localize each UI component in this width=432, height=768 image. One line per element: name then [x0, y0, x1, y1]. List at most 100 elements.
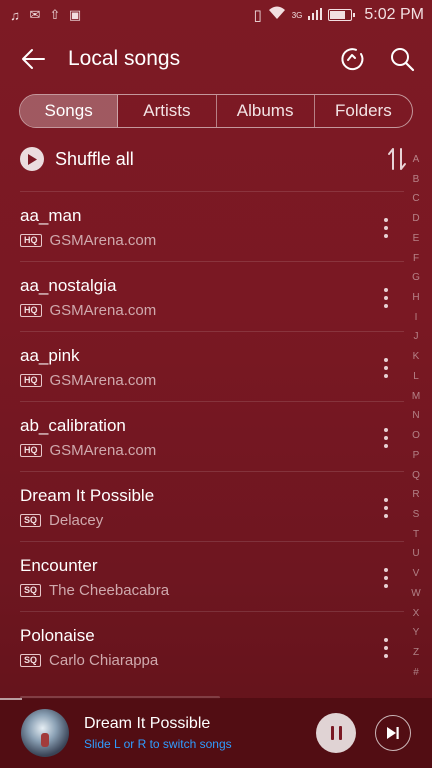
alphabet-index-letter[interactable]: P: [413, 450, 420, 461]
song-artist: Delacey: [49, 512, 104, 529]
more-vertical-icon: [384, 568, 388, 572]
mini-player[interactable]: Dream It Possible Slide L or R to switch…: [0, 698, 432, 768]
alphabet-index-letter[interactable]: V: [413, 568, 420, 579]
more-options-button[interactable]: [376, 356, 396, 380]
song-row[interactable]: Polonaise SQ Carlo Chiarappa: [20, 611, 404, 681]
tab-folders[interactable]: Folders: [315, 95, 412, 127]
shuffle-all-label: Shuffle all: [55, 148, 134, 169]
mail-icon: ✉: [29, 7, 41, 22]
song-artist: GSMArena.com: [49, 232, 157, 249]
more-vertical-icon: [384, 584, 388, 588]
alphabet-index-letter[interactable]: X: [413, 608, 420, 619]
alphabet-index-letter[interactable]: W: [411, 588, 420, 599]
vibrate-icon: ▯: [253, 7, 262, 24]
more-options-button[interactable]: [376, 496, 396, 520]
scan-button[interactable]: [334, 41, 370, 77]
sort-icon: [388, 148, 406, 170]
quality-badge: SQ: [20, 514, 42, 527]
wifi-icon: [268, 6, 286, 24]
song-title: Encounter: [20, 556, 98, 575]
more-vertical-icon: [384, 654, 388, 658]
alphabet-index-letter[interactable]: H: [412, 292, 419, 303]
alphabet-index-letter[interactable]: O: [412, 430, 420, 441]
search-button[interactable]: [384, 41, 420, 77]
more-vertical-icon: [384, 498, 388, 502]
alphabet-index[interactable]: A B C D E F G H I J K L M N O P Q R S T U V W X Y Z #: [408, 154, 424, 678]
alphabet-index-letter[interactable]: Y: [413, 627, 420, 638]
alphabet-index-letter[interactable]: Z: [413, 647, 419, 658]
more-vertical-icon: [384, 374, 388, 378]
signal-icon: [308, 7, 323, 24]
pause-icon: [330, 726, 334, 740]
more-options-button[interactable]: [376, 286, 396, 310]
more-vertical-icon: [384, 646, 388, 650]
alphabet-index-letter[interactable]: U: [412, 548, 419, 559]
song-row[interactable]: aa_nostalgia HQ GSMArena.com: [20, 261, 404, 331]
title-bar: Local songs: [0, 36, 432, 82]
alphabet-index-letter[interactable]: L: [413, 371, 419, 382]
more-options-button[interactable]: [376, 636, 396, 660]
back-button[interactable]: [10, 36, 56, 82]
song-artist: Carlo Chiarappa: [49, 652, 159, 669]
more-vertical-icon: [384, 428, 388, 432]
page-title: Local songs: [68, 47, 181, 70]
quality-badge: HQ: [20, 234, 42, 247]
song-title: Polonaise: [20, 626, 95, 645]
more-vertical-icon: [384, 218, 388, 222]
more-options-button[interactable]: [376, 566, 396, 590]
song-row[interactable]: aa_man HQ GSMArena.com: [20, 191, 404, 261]
alphabet-index-letter[interactable]: I: [415, 312, 418, 323]
pause-button[interactable]: [316, 713, 356, 753]
song-row[interactable]: Dream It Possible SQ Delacey: [20, 471, 404, 541]
alphabet-index-letter[interactable]: N: [412, 410, 419, 421]
song-title: ab_calibration: [20, 416, 126, 435]
tab-albums[interactable]: Albums: [217, 95, 315, 127]
status-bar: ♫ ✉ ⇧ ▣ ▯ 3G 5:02 PM: [0, 0, 432, 30]
sort-button[interactable]: [384, 146, 410, 172]
alphabet-index-letter[interactable]: B: [413, 174, 420, 185]
alphabet-index-letter[interactable]: S: [413, 509, 420, 520]
alphabet-index-letter[interactable]: R: [412, 489, 419, 500]
now-playing-title: Dream It Possible: [84, 715, 211, 732]
more-options-button[interactable]: [376, 216, 396, 240]
alphabet-index-letter[interactable]: #: [413, 667, 419, 678]
alphabet-index-letter[interactable]: D: [412, 213, 419, 224]
album-art[interactable]: [21, 709, 69, 757]
alphabet-index-letter[interactable]: A: [413, 154, 420, 165]
song-artist: GSMArena.com: [49, 442, 157, 459]
tab-artists[interactable]: Artists: [118, 95, 217, 127]
tab-songs[interactable]: Songs: [20, 95, 119, 127]
pause-icon: [338, 726, 342, 740]
more-vertical-icon: [384, 288, 388, 292]
song-row[interactable]: Encounter SQ The Cheebacabra: [20, 541, 404, 611]
more-vertical-icon: [384, 436, 388, 440]
more-vertical-icon: [384, 576, 388, 580]
quality-badge: SQ: [20, 584, 42, 597]
alphabet-index-letter[interactable]: K: [413, 351, 420, 362]
alphabet-index-letter[interactable]: J: [414, 331, 419, 342]
skip-next-icon: [387, 727, 399, 739]
alphabet-index-letter[interactable]: M: [412, 391, 420, 402]
more-vertical-icon: [384, 506, 388, 510]
more-options-button[interactable]: [376, 426, 396, 450]
alphabet-index-letter[interactable]: C: [412, 193, 419, 204]
alphabet-index-letter[interactable]: T: [413, 529, 419, 540]
alphabet-index-letter[interactable]: G: [412, 272, 420, 283]
swipe-hint: Slide L or R to switch songs: [84, 737, 232, 751]
more-vertical-icon: [384, 366, 388, 370]
song-row[interactable]: aa_pink HQ GSMArena.com: [20, 331, 404, 401]
shuffle-all-button[interactable]: Shuffle all: [20, 144, 412, 174]
playback-progress: [0, 698, 22, 700]
arrow-left-icon: [22, 49, 45, 69]
quality-badge: SQ: [20, 654, 42, 667]
more-vertical-icon: [384, 638, 388, 642]
song-row[interactable]: ab_calibration HQ GSMArena.com: [20, 401, 404, 471]
song-artist: GSMArena.com: [49, 302, 157, 319]
clock: 5:02 PM: [364, 6, 424, 23]
song-title: aa_man: [20, 206, 82, 225]
alphabet-index-letter[interactable]: Q: [412, 470, 420, 481]
alphabet-index-letter[interactable]: F: [413, 253, 419, 264]
search-icon: [391, 48, 415, 72]
next-track-button[interactable]: [375, 715, 411, 751]
alphabet-index-letter[interactable]: E: [413, 233, 420, 244]
